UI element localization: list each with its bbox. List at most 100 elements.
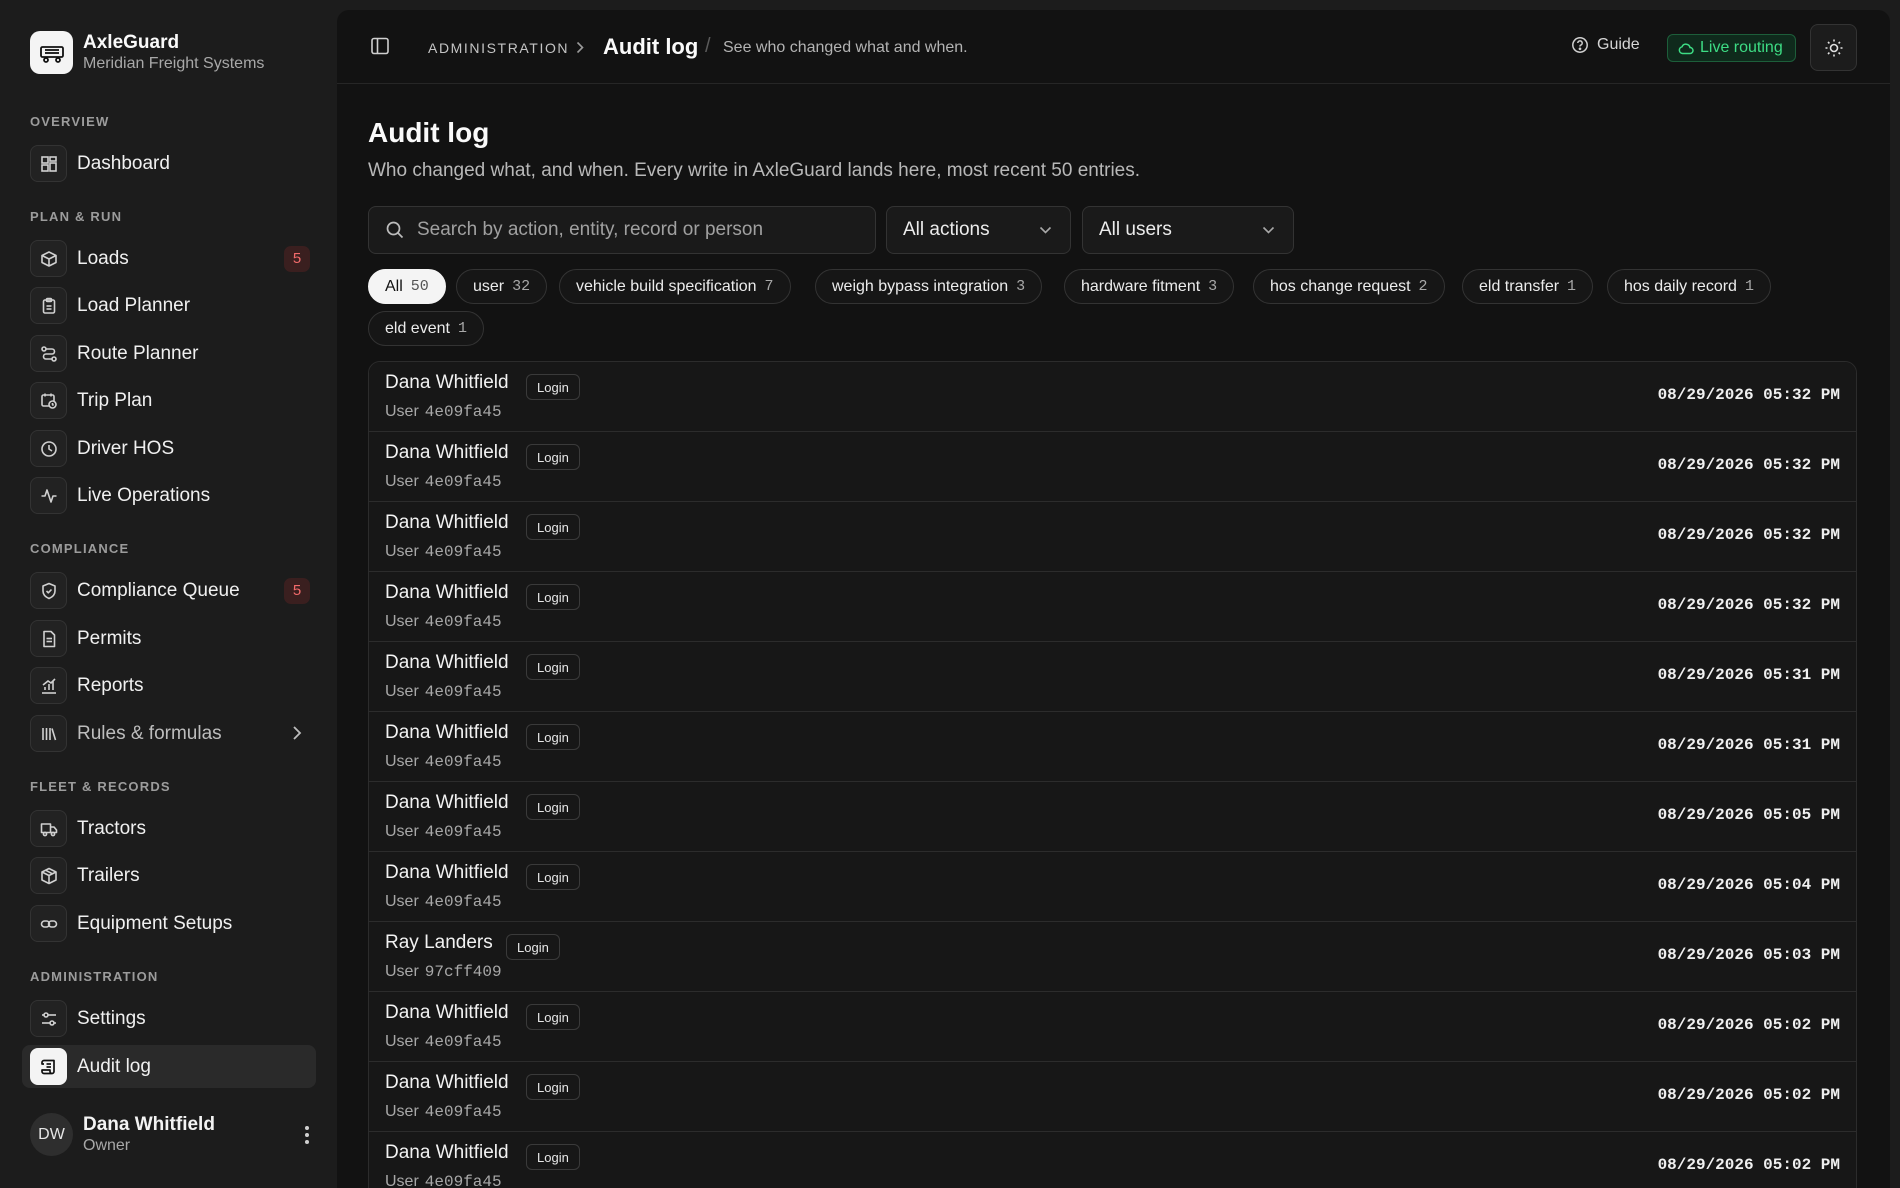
table-row[interactable]: Dana Whitfield Login User 4e09fa45 08/29/… bbox=[369, 502, 1856, 572]
actions-filter-select[interactable]: All actions bbox=[886, 206, 1071, 254]
chip-label: All bbox=[385, 277, 403, 295]
chip-count: 1 bbox=[457, 320, 467, 337]
compliance-count-badge: 5 bbox=[284, 577, 310, 604]
record-id: 4e09fa45 bbox=[424, 473, 502, 491]
filter-chip-eld-transfer[interactable]: eld transfer 1 bbox=[1462, 269, 1594, 304]
sidebar-item-label: Loads bbox=[77, 247, 129, 269]
entity-ref: User 4e09fa45 bbox=[385, 1033, 502, 1051]
sidebar-toggle-icon[interactable] bbox=[370, 36, 390, 61]
chip-count: 3 bbox=[1016, 278, 1026, 295]
entity-ref: User 4e09fa45 bbox=[385, 893, 502, 911]
timestamp: 08/29/2026 05:32 PM bbox=[1657, 526, 1840, 544]
filter-chip-eld-event[interactable]: eld event 1 bbox=[368, 311, 484, 346]
actor-name: Dana Whitfield bbox=[385, 582, 509, 603]
action-badge: Login bbox=[526, 794, 580, 820]
filter-chip-hardware-fitment[interactable]: hardware fitment 3 bbox=[1064, 269, 1235, 304]
sidebar-item-load-planner[interactable]: Load Planner bbox=[22, 284, 316, 327]
filter-chip-hos-daily-record[interactable]: hos daily record 1 bbox=[1607, 269, 1771, 304]
timestamp: 08/29/2026 05:31 PM bbox=[1657, 736, 1840, 754]
filter-chip-user[interactable]: user 32 bbox=[456, 269, 548, 304]
sidebar-item-label: Load Planner bbox=[77, 294, 191, 316]
entity-type: User bbox=[385, 543, 419, 560]
breadcrumb-divider: / bbox=[705, 35, 711, 57]
filter-chip-weigh-bypass-integration[interactable]: weigh bypass integration 3 bbox=[815, 269, 1043, 304]
table-row[interactable]: Dana Whitfield Login User 4e09fa45 08/29/… bbox=[369, 712, 1856, 782]
entity-ref: User 4e09fa45 bbox=[385, 683, 502, 701]
timestamp: 08/29/2026 05:32 PM bbox=[1657, 386, 1840, 404]
sidebar-item-dashboard[interactable]: Dashboard bbox=[22, 142, 316, 185]
record-id: 4e09fa45 bbox=[424, 753, 502, 771]
actor-name: Dana Whitfield bbox=[385, 652, 509, 673]
filter-chip-hos-change-request[interactable]: hos change request 2 bbox=[1253, 269, 1445, 304]
timestamp: 08/29/2026 05:02 PM bbox=[1657, 1016, 1840, 1034]
theme-toggle-button[interactable] bbox=[1810, 24, 1857, 71]
record-id: 4e09fa45 bbox=[424, 1103, 502, 1121]
actor-name: Ray Landers bbox=[385, 932, 493, 953]
breadcrumb-section[interactable]: ADMINISTRATION bbox=[428, 40, 569, 56]
sidebar-item-driver-hos[interactable]: Driver HOS bbox=[22, 427, 316, 470]
package-icon bbox=[30, 857, 67, 894]
entity-type: User bbox=[385, 893, 419, 910]
sidebar-item-equipment-setups[interactable]: Equipment Setups bbox=[22, 902, 316, 945]
entity-type: User bbox=[385, 963, 419, 980]
users-filter-select[interactable]: All users bbox=[1082, 206, 1294, 254]
table-row[interactable]: Dana Whitfield Login User 4e09fa45 08/29/… bbox=[369, 642, 1856, 712]
sidebar-item-trip-plan[interactable]: Trip Plan bbox=[22, 379, 316, 422]
brand-org: Meridian Freight Systems bbox=[83, 54, 265, 72]
sidebar-item-route-planner[interactable]: Route Planner bbox=[22, 332, 316, 375]
search-box[interactable] bbox=[368, 206, 876, 254]
filter-chip-all[interactable]: All 50 bbox=[368, 269, 446, 304]
table-row[interactable]: Dana Whitfield Login User 4e09fa45 08/29/… bbox=[369, 992, 1856, 1062]
table-row[interactable]: Dana Whitfield Login User 4e09fa45 08/29/… bbox=[369, 362, 1856, 432]
sidebar-item-rules-formulas[interactable]: Rules & formulas bbox=[22, 712, 316, 755]
sidebar-item-live-operations[interactable]: Live Operations bbox=[22, 474, 316, 517]
table-row[interactable]: Dana Whitfield Login User 4e09fa45 08/29/… bbox=[369, 1132, 1856, 1188]
sidebar-item-label: Compliance Queue bbox=[77, 579, 240, 601]
table-row[interactable]: Dana Whitfield Login User 4e09fa45 08/29/… bbox=[369, 432, 1856, 502]
timestamp: 08/29/2026 05:32 PM bbox=[1657, 456, 1840, 474]
guide-label: Guide bbox=[1597, 36, 1640, 53]
table-row[interactable]: Dana Whitfield Login User 4e09fa45 08/29/… bbox=[369, 1062, 1856, 1132]
sidebar-item-tractors[interactable]: Tractors bbox=[22, 807, 316, 850]
timestamp: 08/29/2026 05:32 PM bbox=[1657, 596, 1840, 614]
users-filter-value: All users bbox=[1099, 219, 1172, 240]
guide-button[interactable]: Guide bbox=[1571, 36, 1640, 54]
live-routing-badge[interactable]: Live routing bbox=[1667, 34, 1796, 62]
user-card[interactable]: DW Dana Whitfield Owner bbox=[30, 1113, 310, 1156]
action-badge: Login bbox=[526, 374, 580, 400]
sidebar-item-audit-log[interactable]: Audit log bbox=[22, 1045, 316, 1088]
table-row[interactable]: Ray Landers Login User 97cff409 08/29/202… bbox=[369, 922, 1856, 992]
chip-label: vehicle build specification bbox=[576, 277, 757, 295]
entity-ref: User 4e09fa45 bbox=[385, 1103, 502, 1121]
sidebar-item-compliance-queue[interactable]: Compliance Queue 5 bbox=[22, 569, 316, 612]
sidebar-item-reports[interactable]: Reports bbox=[22, 664, 316, 707]
chip-count: 32 bbox=[512, 278, 531, 295]
entity-type: User bbox=[385, 683, 419, 700]
cloud-icon bbox=[1678, 42, 1694, 54]
sidebar-item-label: Settings bbox=[77, 1007, 146, 1029]
chip-count: 3 bbox=[1208, 278, 1218, 295]
chevron-right-icon[interactable] bbox=[292, 725, 302, 746]
sidebar-item-loads[interactable]: Loads 5 bbox=[22, 237, 316, 280]
filter-chip-vehicle-build-specification[interactable]: vehicle build specification 7 bbox=[559, 269, 791, 304]
chip-count: 50 bbox=[410, 278, 429, 295]
actor-name: Dana Whitfield bbox=[385, 1142, 509, 1163]
brand[interactable]: AxleGuard Meridian Freight Systems bbox=[30, 31, 264, 74]
table-row[interactable]: Dana Whitfield Login User 4e09fa45 08/29/… bbox=[369, 852, 1856, 922]
entity-ref: User 4e09fa45 bbox=[385, 403, 502, 421]
record-id: 4e09fa45 bbox=[424, 823, 502, 841]
sidebar-item-trailers[interactable]: Trailers bbox=[22, 854, 316, 897]
more-vertical-icon[interactable] bbox=[304, 1125, 310, 1150]
timestamp: 08/29/2026 05:02 PM bbox=[1657, 1086, 1840, 1104]
sidebar-item-label: Tractors bbox=[77, 817, 146, 839]
table-row[interactable]: Dana Whitfield Login User 4e09fa45 08/29/… bbox=[369, 782, 1856, 852]
breadcrumb-description: See who changed what and when. bbox=[723, 39, 968, 56]
timestamp: 08/29/2026 05:04 PM bbox=[1657, 876, 1840, 894]
page-subtitle: Who changed what, and when. Every write … bbox=[368, 160, 1141, 181]
search-input[interactable] bbox=[417, 219, 847, 241]
actor-name: Dana Whitfield bbox=[385, 862, 509, 883]
sidebar-item-settings[interactable]: Settings bbox=[22, 997, 316, 1040]
sidebar-item-permits[interactable]: Permits bbox=[22, 617, 316, 660]
chip-label: hardware fitment bbox=[1081, 277, 1201, 295]
table-row[interactable]: Dana Whitfield Login User 4e09fa45 08/29/… bbox=[369, 572, 1856, 642]
